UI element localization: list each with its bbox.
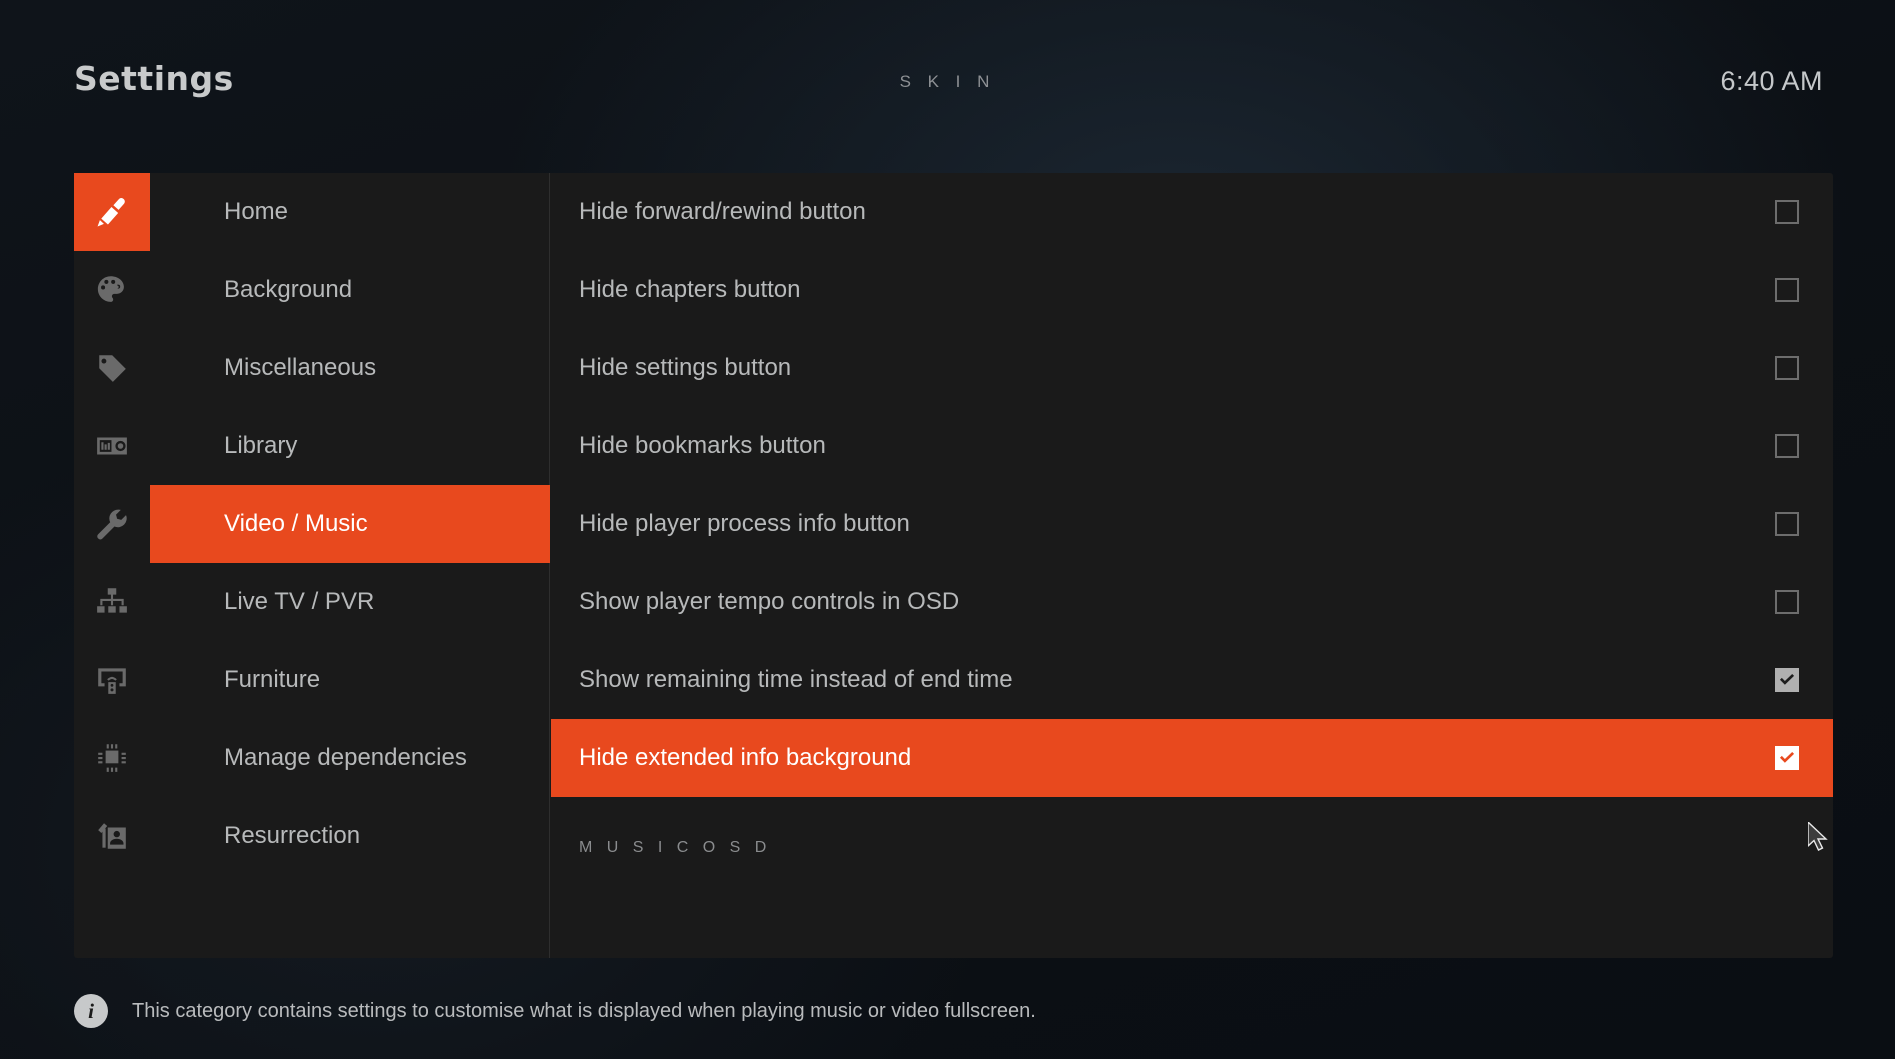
- sidebar-item-label: Live TV / PVR: [224, 588, 375, 615]
- sidebar-item-home[interactable]: Home: [150, 173, 550, 251]
- sidebar-item-label: Video / Music: [224, 510, 368, 537]
- sidebar-item-manage-dependencies[interactable]: Manage dependencies: [150, 719, 550, 797]
- setting-row[interactable]: Hide chapters button: [551, 251, 1833, 329]
- info-icon: i: [74, 994, 108, 1028]
- setting-checkbox[interactable]: [1775, 278, 1799, 302]
- cpu-chip-icon: [95, 741, 129, 775]
- window-header: Settings S K I N 6:40 AM: [0, 0, 1895, 140]
- check-icon: [1778, 749, 1796, 767]
- setting-row[interactable]: Show remaining time instead of end time: [551, 641, 1833, 719]
- setting-row[interactable]: Hide forward/rewind button: [551, 173, 1833, 251]
- setting-row[interactable]: Hide settings button: [551, 329, 1833, 407]
- sidebar-item-resurrection[interactable]: Resurrection: [150, 797, 550, 875]
- rail-item-media-box[interactable]: [74, 407, 150, 485]
- sitemap-icon: [95, 585, 129, 619]
- remote-screen-icon: [95, 663, 129, 697]
- sidebar-item-label: Resurrection: [224, 822, 361, 849]
- rail-item-sitemap[interactable]: [74, 563, 150, 641]
- rail-item-photo-cards[interactable]: [74, 797, 150, 875]
- setting-checkbox[interactable]: [1775, 512, 1799, 536]
- setting-checkbox[interactable]: [1775, 590, 1799, 614]
- paintbrush-icon: [95, 195, 129, 229]
- rail-item-cpu-chip[interactable]: [74, 719, 150, 797]
- wrench-icon: [95, 507, 129, 541]
- sidebar-item-background[interactable]: Background: [150, 251, 550, 329]
- setting-label: Show player tempo controls in OSD: [579, 588, 960, 615]
- category-icon-rail: [74, 173, 150, 958]
- category-list: Home Background Miscellaneous Library Video …: [150, 173, 550, 958]
- sidebar-item-live-tv-pvr[interactable]: Live TV / PVR: [150, 563, 550, 641]
- rail-item-paintbrush[interactable]: [74, 173, 150, 251]
- media-box-icon: [95, 429, 129, 463]
- header-category-label: S K I N: [899, 72, 996, 91]
- setting-label: Hide settings button: [579, 354, 792, 381]
- setting-checkbox[interactable]: [1775, 746, 1799, 770]
- tag-icon: [95, 351, 129, 385]
- setting-row[interactable]: Hide player process info button: [551, 485, 1833, 563]
- setting-label: Hide forward/rewind button: [579, 198, 866, 225]
- sidebar-item-miscellaneous[interactable]: Miscellaneous: [150, 329, 550, 407]
- sidebar-item-label: Background: [224, 276, 353, 303]
- setting-row[interactable]: Show player tempo controls in OSD: [551, 563, 1833, 641]
- sidebar-item-video-music[interactable]: Video / Music: [150, 485, 550, 563]
- sidebar-item-library[interactable]: Library: [150, 407, 550, 485]
- setting-checkbox[interactable]: [1775, 434, 1799, 458]
- footer-info-bar: i This category contains settings to cus…: [74, 985, 1833, 1037]
- settings-section-header: M U S I C O S D: [579, 839, 772, 856]
- rail-item-palette[interactable]: [74, 251, 150, 329]
- settings-list: Hide forward/rewind button Hide chapters …: [551, 173, 1833, 958]
- setting-checkbox[interactable]: [1775, 200, 1799, 224]
- palette-icon: [95, 273, 129, 307]
- sidebar-item-label: Furniture: [224, 666, 321, 693]
- setting-label: Hide bookmarks button: [579, 432, 826, 459]
- setting-label: Hide extended info background: [579, 744, 912, 771]
- sidebar-item-label: Library: [224, 432, 298, 459]
- setting-row[interactable]: Hide extended info background: [551, 719, 1833, 797]
- check-icon: [1778, 671, 1796, 689]
- settings-panel: Home Background Miscellaneous Library Video …: [74, 173, 1833, 958]
- footer-description: This category contains settings to custo…: [132, 999, 1036, 1022]
- sidebar-item-label: Miscellaneous: [224, 354, 377, 381]
- sidebar-item-furniture[interactable]: Furniture: [150, 641, 550, 719]
- setting-checkbox[interactable]: [1775, 668, 1799, 692]
- clock: 6:40 AM: [1720, 66, 1823, 96]
- rail-item-tag[interactable]: [74, 329, 150, 407]
- setting-checkbox[interactable]: [1775, 356, 1799, 380]
- setting-label: Hide chapters button: [579, 276, 801, 303]
- photo-cards-icon: [95, 819, 129, 853]
- sidebar-item-label: Home: [224, 198, 289, 225]
- setting-label: Show remaining time instead of end time: [579, 666, 1013, 693]
- setting-row[interactable]: Hide bookmarks button: [551, 407, 1833, 485]
- kodi-settings-screen: Settings S K I N 6:40 AM Home Background M…: [0, 0, 1895, 1059]
- rail-item-wrench[interactable]: [74, 485, 150, 563]
- sidebar-item-label: Manage dependencies: [224, 744, 467, 771]
- setting-label: Hide player process info button: [579, 510, 910, 537]
- rail-item-remote-screen[interactable]: [74, 641, 150, 719]
